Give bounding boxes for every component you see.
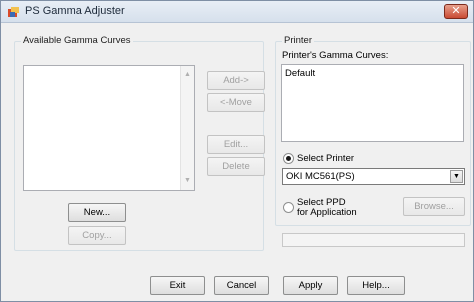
list-item[interactable]: Default: [285, 68, 315, 79]
window-title: PS Gamma Adjuster: [25, 5, 125, 17]
app-icon: [8, 7, 19, 17]
gamma-adjuster-window: PS Gamma Adjuster ✕ Available Gamma Curv…: [0, 0, 474, 302]
delete-button[interactable]: Delete: [207, 157, 265, 176]
copy-button[interactable]: Copy...: [68, 226, 126, 245]
help-button[interactable]: Help...: [347, 276, 405, 295]
available-gamma-curves-label: Available Gamma Curves: [21, 35, 133, 46]
printer-group-label: Printer: [282, 35, 314, 46]
move-button[interactable]: <-Move: [207, 93, 265, 112]
select-ppd-radio[interactable]: [283, 202, 294, 213]
cancel-button[interactable]: Cancel: [214, 276, 269, 295]
close-button[interactable]: ✕: [444, 4, 468, 19]
printer-gamma-curves-list[interactable]: Default: [281, 64, 464, 142]
vertical-scrollbar[interactable]: ▲ ▼: [180, 66, 194, 190]
available-gamma-curves-list[interactable]: ▲ ▼: [23, 65, 195, 191]
scroll-up-icon[interactable]: ▲: [181, 68, 194, 82]
apply-button[interactable]: Apply: [283, 276, 338, 295]
printer-gamma-curves-label: Printer's Gamma Curves:: [282, 50, 389, 61]
new-button[interactable]: New...: [68, 203, 126, 222]
printer-select-value: OKI MC561(PS): [286, 171, 355, 182]
chevron-down-icon[interactable]: ▼: [450, 170, 463, 183]
select-printer-radio[interactable]: [283, 153, 294, 164]
browse-button[interactable]: Browse...: [403, 197, 465, 216]
close-icon: ✕: [451, 5, 461, 17]
exit-button[interactable]: Exit: [150, 276, 205, 295]
scroll-down-icon[interactable]: ▼: [181, 174, 194, 188]
title-bar: PS Gamma Adjuster ✕: [1, 1, 473, 23]
printer-select[interactable]: OKI MC561(PS) ▼: [282, 168, 465, 185]
add-button[interactable]: Add->: [207, 71, 265, 90]
ppd-path-field[interactable]: [282, 233, 465, 247]
select-printer-label: Select Printer: [297, 153, 355, 164]
edit-button[interactable]: Edit...: [207, 135, 265, 154]
for-application-label: for Application: [297, 207, 357, 218]
